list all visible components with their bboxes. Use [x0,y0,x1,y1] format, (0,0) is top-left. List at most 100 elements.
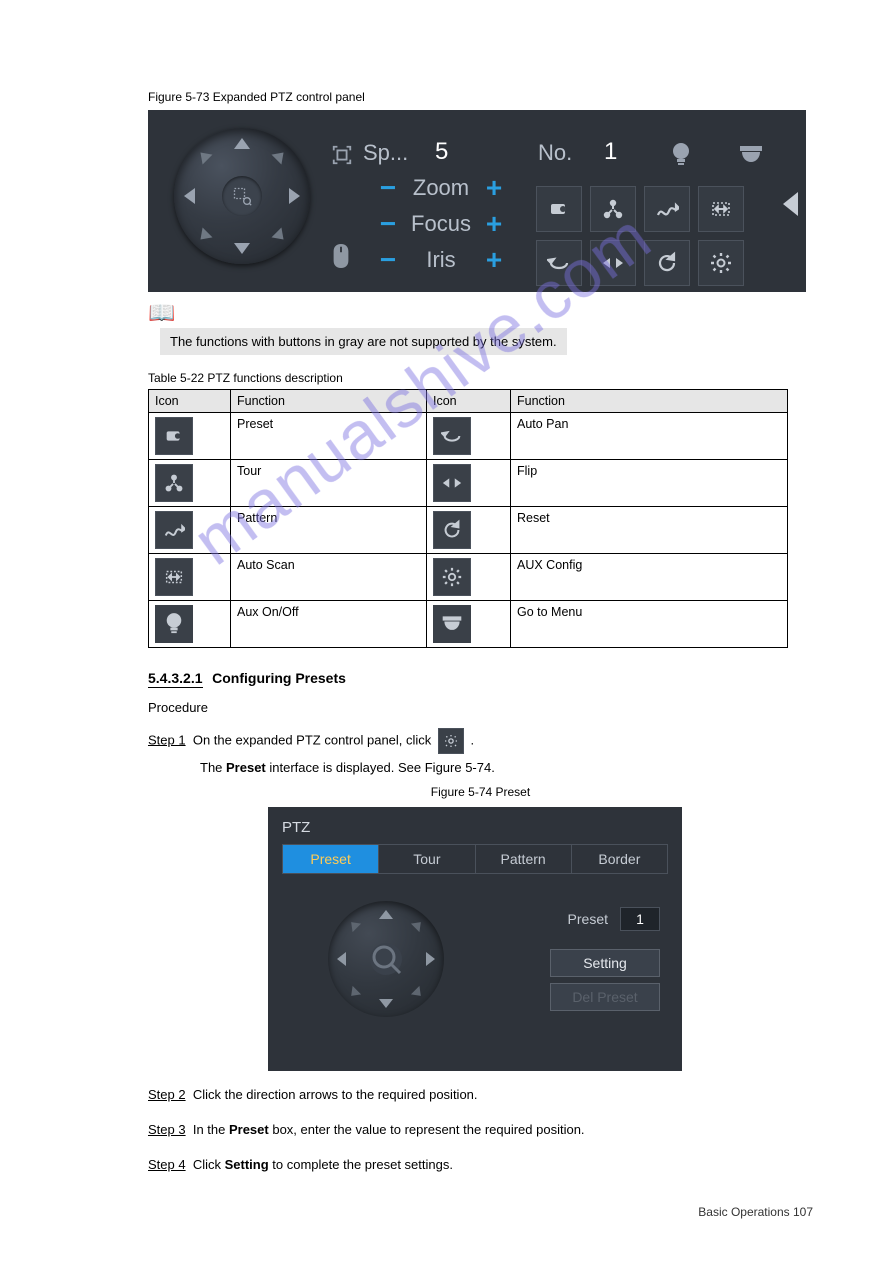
tour-button[interactable] [590,186,636,232]
figure74-caption: Figure 5-74 Preset [148,785,813,799]
step1-text-b: . [471,732,475,747]
speed-label: Sp... [363,140,408,166]
focus-plus-button[interactable]: + [480,208,508,240]
dpad-right-icon[interactable] [426,952,435,966]
dpad-down-icon[interactable] [234,243,250,254]
dpad-downleft-icon[interactable] [347,986,361,1000]
dpad-up-icon[interactable] [234,138,250,149]
flip-icon [433,464,471,502]
tab-preset[interactable]: Preset [283,845,379,873]
aux-config-button[interactable] [698,240,744,286]
table-row: Preset Auto Pan [149,413,788,460]
section-number: 5.4.3.2.1 [148,670,203,688]
dpad-center-button[interactable] [222,176,262,216]
preset-icon [155,417,193,455]
inline-gear-icon [438,728,464,754]
dpad-right-icon[interactable] [289,188,300,204]
menu-icon [433,605,471,643]
step4-row: Step 4 Click Setting to complete the pre… [148,1155,813,1176]
step3-text-c: box, enter the value to represent the re… [272,1122,584,1137]
no-value: 1 [604,138,617,166]
step2-row: Step 2 Click the direction arrows to the… [148,1085,813,1106]
step3-text-b: Preset [229,1122,269,1137]
expand-icon[interactable] [331,144,353,166]
preset-dpad[interactable] [328,901,444,1017]
step4-label: Step 4 [148,1157,186,1172]
zoom-row: − Zoom + [374,172,508,204]
step3-row: Step 3 In the Preset box, enter the valu… [148,1120,813,1141]
dpad-upleft-icon[interactable] [347,918,361,932]
focus-row: − Focus + [374,208,508,240]
step2-label: Step 2 [148,1087,186,1102]
preset-panel: PTZ Preset Tour Pattern Border Preset Se… [268,807,682,1071]
table-cell: Auto Pan [511,413,788,460]
no-label: No. [538,140,572,166]
table-row: Pattern Reset [149,507,788,554]
iris-minus-button[interactable]: − [374,244,402,276]
preset-number-input[interactable] [620,907,660,931]
iris-plus-button[interactable]: + [480,244,508,276]
preset-button[interactable] [536,186,582,232]
dome-menu-icon[interactable] [738,144,764,166]
preset-right-pane: Preset Setting Del Preset [490,907,660,1017]
setting-button[interactable]: Setting [550,949,660,977]
dpad-downright-icon[interactable] [411,986,425,1000]
dpad-downright-icon[interactable] [272,228,289,245]
function-button-grid [536,186,744,286]
focus-minus-button[interactable]: − [374,208,402,240]
zoom-minus-button[interactable]: − [374,172,402,204]
table-row: Aux On/Off Go to Menu [149,601,788,648]
pattern-icon [155,511,193,549]
dpad-center-button[interactable] [370,943,402,975]
aux-config-icon [433,558,471,596]
table-header: Icon [427,390,511,413]
tab-border[interactable]: Border [572,845,667,873]
tab-pattern[interactable]: Pattern [476,845,572,873]
dpad-down-icon[interactable] [379,999,393,1008]
collapse-arrow-icon[interactable] [783,192,798,216]
dpad-upleft-icon[interactable] [196,148,213,165]
speed-value: 5 [435,138,448,166]
procedure-label: Procedure [148,698,813,718]
table-cell: Reset [511,507,788,554]
table-cell: Auto Scan [231,554,427,601]
autoscan-button[interactable] [698,186,744,232]
pattern-button[interactable] [644,186,690,232]
mouse-icon[interactable] [331,244,351,268]
reset-button[interactable] [644,240,690,286]
step1-result: The Preset interface is displayed. See F… [200,758,813,778]
dpad-downleft-icon[interactable] [196,228,213,245]
bulb-icon[interactable] [670,142,692,168]
zoom-plus-button[interactable]: + [480,172,508,204]
note-text: The functions with buttons in gray are n… [160,328,567,355]
step1-label: Step 1 [148,732,186,747]
table-cell: Flip [511,460,788,507]
autopan-icon [433,417,471,455]
dpad-upright-icon[interactable] [411,918,425,932]
table-cell: Pattern [231,507,427,554]
ptz-dpad[interactable] [174,128,310,264]
tour-icon [155,464,193,502]
autopan-button[interactable] [536,240,582,286]
ptz-control-panel: Sp... 5 − Zoom + − Focus + − Iris + No. … [148,110,806,292]
aux-onoff-icon [155,605,193,643]
page-number: Basic Operations 107 [148,1205,813,1219]
table-row: Tour Flip [149,460,788,507]
tab-tour[interactable]: Tour [379,845,475,873]
del-preset-button[interactable]: Del Preset [550,983,660,1011]
autoscan-icon [155,558,193,596]
focus-label: Focus [402,211,480,237]
dpad-upright-icon[interactable] [272,148,289,165]
step3-label: Step 3 [148,1122,186,1137]
step2-text: Click the direction arrows to the requir… [193,1087,478,1102]
flip-button[interactable] [590,240,636,286]
dpad-up-icon[interactable] [379,910,393,919]
table-header: Icon [149,390,231,413]
step1-text-a: On the expanded PTZ control panel, click [193,732,435,747]
preset-input-label: Preset [568,911,608,927]
table-caption: Table 5-22 PTZ functions description [148,371,813,385]
iris-label: Iris [402,247,480,273]
dpad-left-icon[interactable] [337,952,346,966]
preset-panel-title: PTZ [282,819,668,836]
dpad-left-icon[interactable] [184,188,195,204]
